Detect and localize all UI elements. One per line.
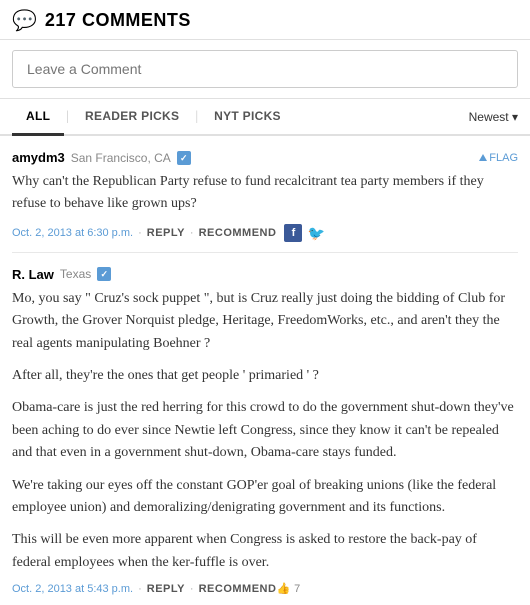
- comments-header: 💬 217 COMMENTS: [0, 0, 530, 40]
- comment-2-recommend[interactable]: RECOMMEND: [199, 583, 277, 595]
- comment-icon: 💬: [12, 8, 37, 33]
- comment-1-flag[interactable]: FLAG: [479, 152, 518, 164]
- comments-list: amydm3 San Francisco, CA ✓ FLAG Why can'…: [0, 136, 530, 605]
- tabs-left: ALL | READER PICKS | NYT PICKS: [12, 99, 469, 134]
- comment-2-meta: R. Law Texas ✓: [12, 267, 518, 282]
- comment-1-meta: amydm3 San Francisco, CA ✓ FLAG: [12, 150, 518, 165]
- comment-2-author-area: R. Law Texas ✓: [12, 267, 111, 282]
- dot-4: ·: [190, 583, 194, 595]
- comment-1-date: Oct. 2, 2013 at 6:30 p.m.: [12, 227, 133, 239]
- thumbs-up-icon: 👍: [276, 582, 290, 595]
- sort-arrow: ▾: [512, 110, 518, 124]
- dot-2: ·: [190, 227, 194, 239]
- comment-1-verified: ✓: [177, 151, 191, 165]
- comment-1-actions: Oct. 2, 2013 at 6:30 p.m. · REPLY · RECO…: [12, 224, 518, 242]
- tabs-row: ALL | READER PICKS | NYT PICKS Newest ▾: [0, 99, 530, 136]
- comment-1-location: San Francisco, CA: [71, 151, 171, 165]
- comment-1: amydm3 San Francisco, CA ✓ FLAG Why can'…: [12, 136, 518, 253]
- comment-2-date: Oct. 2, 2013 at 5:43 p.m.: [12, 583, 133, 595]
- comments-count-title: 217 COMMENTS: [45, 10, 191, 31]
- sort-dropdown[interactable]: Newest ▾: [469, 110, 518, 124]
- comment-1-reply[interactable]: REPLY: [147, 227, 185, 239]
- flag-icon: [479, 154, 487, 161]
- comment-input-area: [0, 40, 530, 99]
- tab-reader-picks[interactable]: READER PICKS: [71, 99, 193, 136]
- dot-1: ·: [138, 227, 142, 239]
- facebook-icon[interactable]: f: [284, 224, 302, 242]
- comment-1-author: amydm3: [12, 150, 65, 165]
- comment-1-social: f 🐦: [284, 224, 324, 242]
- tab-divider-2: |: [193, 109, 200, 125]
- twitter-icon[interactable]: 🐦: [307, 226, 324, 240]
- tab-divider-1: |: [64, 109, 71, 125]
- tab-nyt-picks[interactable]: NYT PICKS: [200, 99, 295, 136]
- comment-1-text: Why can't the Republican Party refuse to…: [12, 171, 518, 216]
- comment-2-text: Mo, you say " Cruz's sock puppet ", but …: [12, 288, 518, 574]
- flag-label: FLAG: [489, 152, 518, 164]
- comment-2-author: R. Law: [12, 267, 54, 282]
- comment-2-actions: Oct. 2, 2013 at 5:43 p.m. · REPLY · RECO…: [12, 582, 518, 595]
- comment-2-location: Texas: [60, 267, 91, 281]
- comment-1-author-area: amydm3 San Francisco, CA ✓: [12, 150, 191, 165]
- tab-all[interactable]: ALL: [12, 99, 64, 136]
- comment-2-verified: ✓: [97, 267, 111, 281]
- comment-input[interactable]: [12, 50, 518, 88]
- sort-label: Newest: [469, 110, 509, 124]
- dot-3: ·: [138, 583, 142, 595]
- comment-2-recommend-count: 7: [294, 583, 300, 595]
- comment-2: R. Law Texas ✓ Mo, you say " Cruz's sock…: [12, 253, 518, 605]
- comment-2-reply[interactable]: REPLY: [147, 583, 185, 595]
- comment-1-recommend[interactable]: RECOMMEND: [199, 227, 277, 239]
